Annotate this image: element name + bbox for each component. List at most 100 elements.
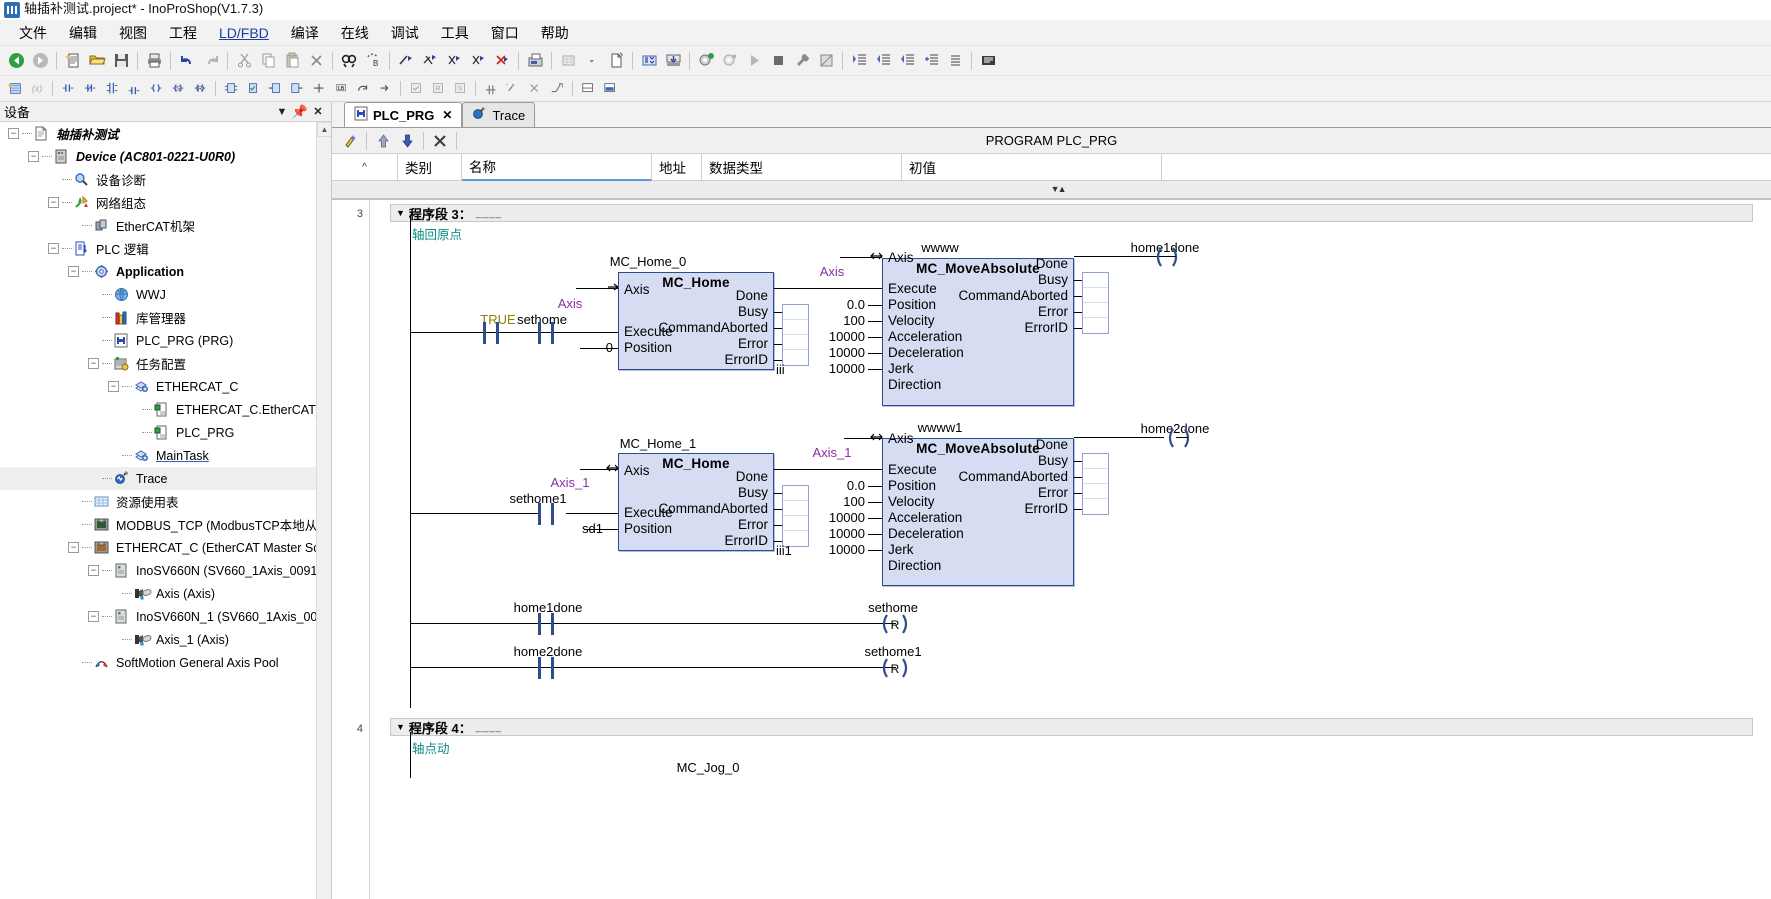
tree-item-14[interactable]: MainTask	[0, 444, 331, 467]
scroll-up-icon[interactable]: ▲	[317, 122, 331, 137]
branch-icon[interactable]	[309, 79, 329, 99]
box2-icon[interactable]: R	[428, 79, 448, 99]
cut-icon[interactable]	[233, 50, 255, 72]
var-col-address[interactable]: 地址	[652, 153, 702, 181]
dropdown-caret-icon[interactable]	[581, 50, 603, 72]
menu-item-8[interactable]: 工具	[430, 20, 480, 46]
input-literal-acceleration[interactable]: 10000	[798, 510, 865, 525]
contact-icon[interactable]	[58, 79, 78, 99]
tree-expander-minus-icon[interactable]: −	[28, 151, 39, 162]
input-literal-velocity[interactable]: 100	[810, 494, 865, 509]
tree-item-15[interactable]: Trace	[0, 467, 331, 490]
var-col-name[interactable]: 名称	[462, 153, 652, 181]
return-icon2[interactable]	[375, 79, 395, 99]
tree-item-18[interactable]: − ETHERCAT_C (EtherCAT Master SoftMotion)	[0, 536, 331, 559]
menu-item-9[interactable]: 窗口	[480, 20, 530, 46]
copy-icon[interactable]	[257, 50, 279, 72]
input-var-axis[interactable]: Axis	[540, 296, 600, 311]
input-literal-deceleration[interactable]: 10000	[798, 345, 865, 360]
input-literal-velocity[interactable]: 100	[810, 313, 865, 328]
network-header[interactable]: ▼ 程序段 4： ____	[390, 718, 1753, 736]
toggle-icon[interactable]	[481, 79, 501, 99]
remove-breakpoints-icon[interactable]	[491, 50, 513, 72]
navigate-icon[interactable]	[944, 50, 966, 72]
tree-scrollbar[interactable]: ▲	[316, 122, 331, 899]
tree-item-17[interactable]: MODBUS_TCP (ModbusTCP本地从站)	[0, 513, 331, 536]
block-check-icon[interactable]	[243, 79, 263, 99]
menu-item-6[interactable]: 在线	[330, 20, 380, 46]
errorid-out-var[interactable]: iii	[776, 362, 798, 377]
tree-item-23[interactable]: SoftMotion General Axis Pool	[0, 651, 331, 674]
outdent-icon[interactable]	[872, 50, 894, 72]
forward-icon[interactable]	[29, 50, 51, 72]
force-icon[interactable]	[503, 79, 523, 99]
tree-expander-minus-icon[interactable]: −	[68, 266, 79, 277]
menu-item-3[interactable]: 工程	[158, 20, 208, 46]
menu-item-5[interactable]: 编译	[280, 20, 330, 46]
tree-item-11[interactable]: − ETHERCAT_C	[0, 375, 331, 398]
contact-home1done[interactable]	[538, 613, 566, 635]
save-icon[interactable]	[110, 50, 132, 72]
new-file-icon[interactable]	[62, 50, 84, 72]
coil-home2done[interactable]	[1164, 427, 1194, 449]
var-col-initial-value[interactable]: 初值	[902, 153, 1162, 181]
return-icon[interactable]	[896, 50, 918, 72]
tree-item-0[interactable]: − 轴插补测试	[0, 122, 331, 145]
new-page-icon[interactable]	[605, 50, 627, 72]
output-stub-box[interactable]	[1082, 453, 1109, 515]
collapse-down-icon[interactable]: ▼	[1051, 184, 1060, 194]
menu-item-1[interactable]: 编辑	[58, 20, 108, 46]
tab-trace[interactable]: Trace	[462, 102, 536, 127]
tree-item-5[interactable]: − PLC 逻辑	[0, 237, 331, 260]
box3-icon[interactable]: S	[450, 79, 470, 99]
block-out-icon[interactable]	[287, 79, 307, 99]
find-icon[interactable]	[338, 50, 360, 72]
tree-item-12[interactable]: ETHERCAT_C.EtherCAT_Ta	[0, 398, 331, 421]
tree-item-21[interactable]: − InoSV660N_1 (SV660_1Axis_00915)	[0, 605, 331, 628]
input-literal-acceleration[interactable]: 10000	[798, 329, 865, 344]
coil-reset-sethome[interactable]: R	[879, 613, 911, 635]
redo-icon[interactable]	[200, 50, 222, 72]
tree-item-13[interactable]: PLC_PRG	[0, 421, 331, 444]
open-folder-icon[interactable]	[86, 50, 108, 72]
menu-item-0[interactable]: 文件	[8, 20, 58, 46]
tool-icon[interactable]	[791, 50, 813, 72]
tree-item-9[interactable]: PLC_PRG (PRG)	[0, 329, 331, 352]
network-header[interactable]: ▼ 程序段 3： ____	[390, 204, 1753, 222]
step-into-icon[interactable]	[419, 50, 441, 72]
input-literal-jerk[interactable]: 10000	[798, 361, 865, 376]
download-icon[interactable]	[662, 50, 684, 72]
parallel-contact-icon[interactable]	[102, 79, 122, 99]
step-out-icon[interactable]	[467, 50, 489, 72]
tree-item-22[interactable]: Axis_1 (Axis)	[0, 628, 331, 651]
input-literal-deceleration[interactable]: 10000	[798, 526, 865, 541]
var-col-row-marker[interactable]: ^	[332, 153, 398, 181]
contact-neg-icon[interactable]	[80, 79, 100, 99]
input-var-axis1b[interactable]: Axis_1	[800, 445, 864, 460]
tree-item-16[interactable]: 资源使用表	[0, 490, 331, 513]
tree-item-3[interactable]: − 网络组态	[0, 191, 331, 214]
write-icon[interactable]	[547, 79, 567, 99]
tree-expander-minus-icon[interactable]: −	[68, 542, 79, 553]
print-icon[interactable]	[143, 50, 165, 72]
logout-icon[interactable]	[719, 50, 741, 72]
tab-plc_prg[interactable]: PLC_PRG ✕	[344, 102, 463, 127]
collapse-caret-icon[interactable]: ▼	[396, 722, 405, 732]
breakpoint-icon[interactable]	[395, 50, 417, 72]
fx-icon[interactable]: (x)	[27, 79, 47, 99]
tree-expander-minus-icon[interactable]: −	[48, 197, 59, 208]
tree-item-10[interactable]: − 任务配置	[0, 352, 331, 375]
tree-item-20[interactable]: Axis (Axis)	[0, 582, 331, 605]
chevron-down-icon[interactable]: ▼	[273, 106, 291, 118]
tree-item-6[interactable]: − Application	[0, 260, 331, 283]
tree-item-19[interactable]: − InoSV660N (SV660_1Axis_00915)	[0, 559, 331, 582]
menu-item-2[interactable]: 视图	[108, 20, 158, 46]
compile-icon[interactable]	[638, 50, 660, 72]
input-var-axis1[interactable]: Axis_1	[538, 475, 602, 490]
pin-icon[interactable]: 📌	[291, 104, 309, 120]
collapse-caret-icon[interactable]: ▼	[396, 208, 405, 218]
tree-item-2[interactable]: 设备诊断	[0, 168, 331, 191]
tree-expander-minus-icon[interactable]: −	[108, 381, 119, 392]
jump-icon[interactable]	[353, 79, 373, 99]
view-split-icon[interactable]	[578, 79, 598, 99]
